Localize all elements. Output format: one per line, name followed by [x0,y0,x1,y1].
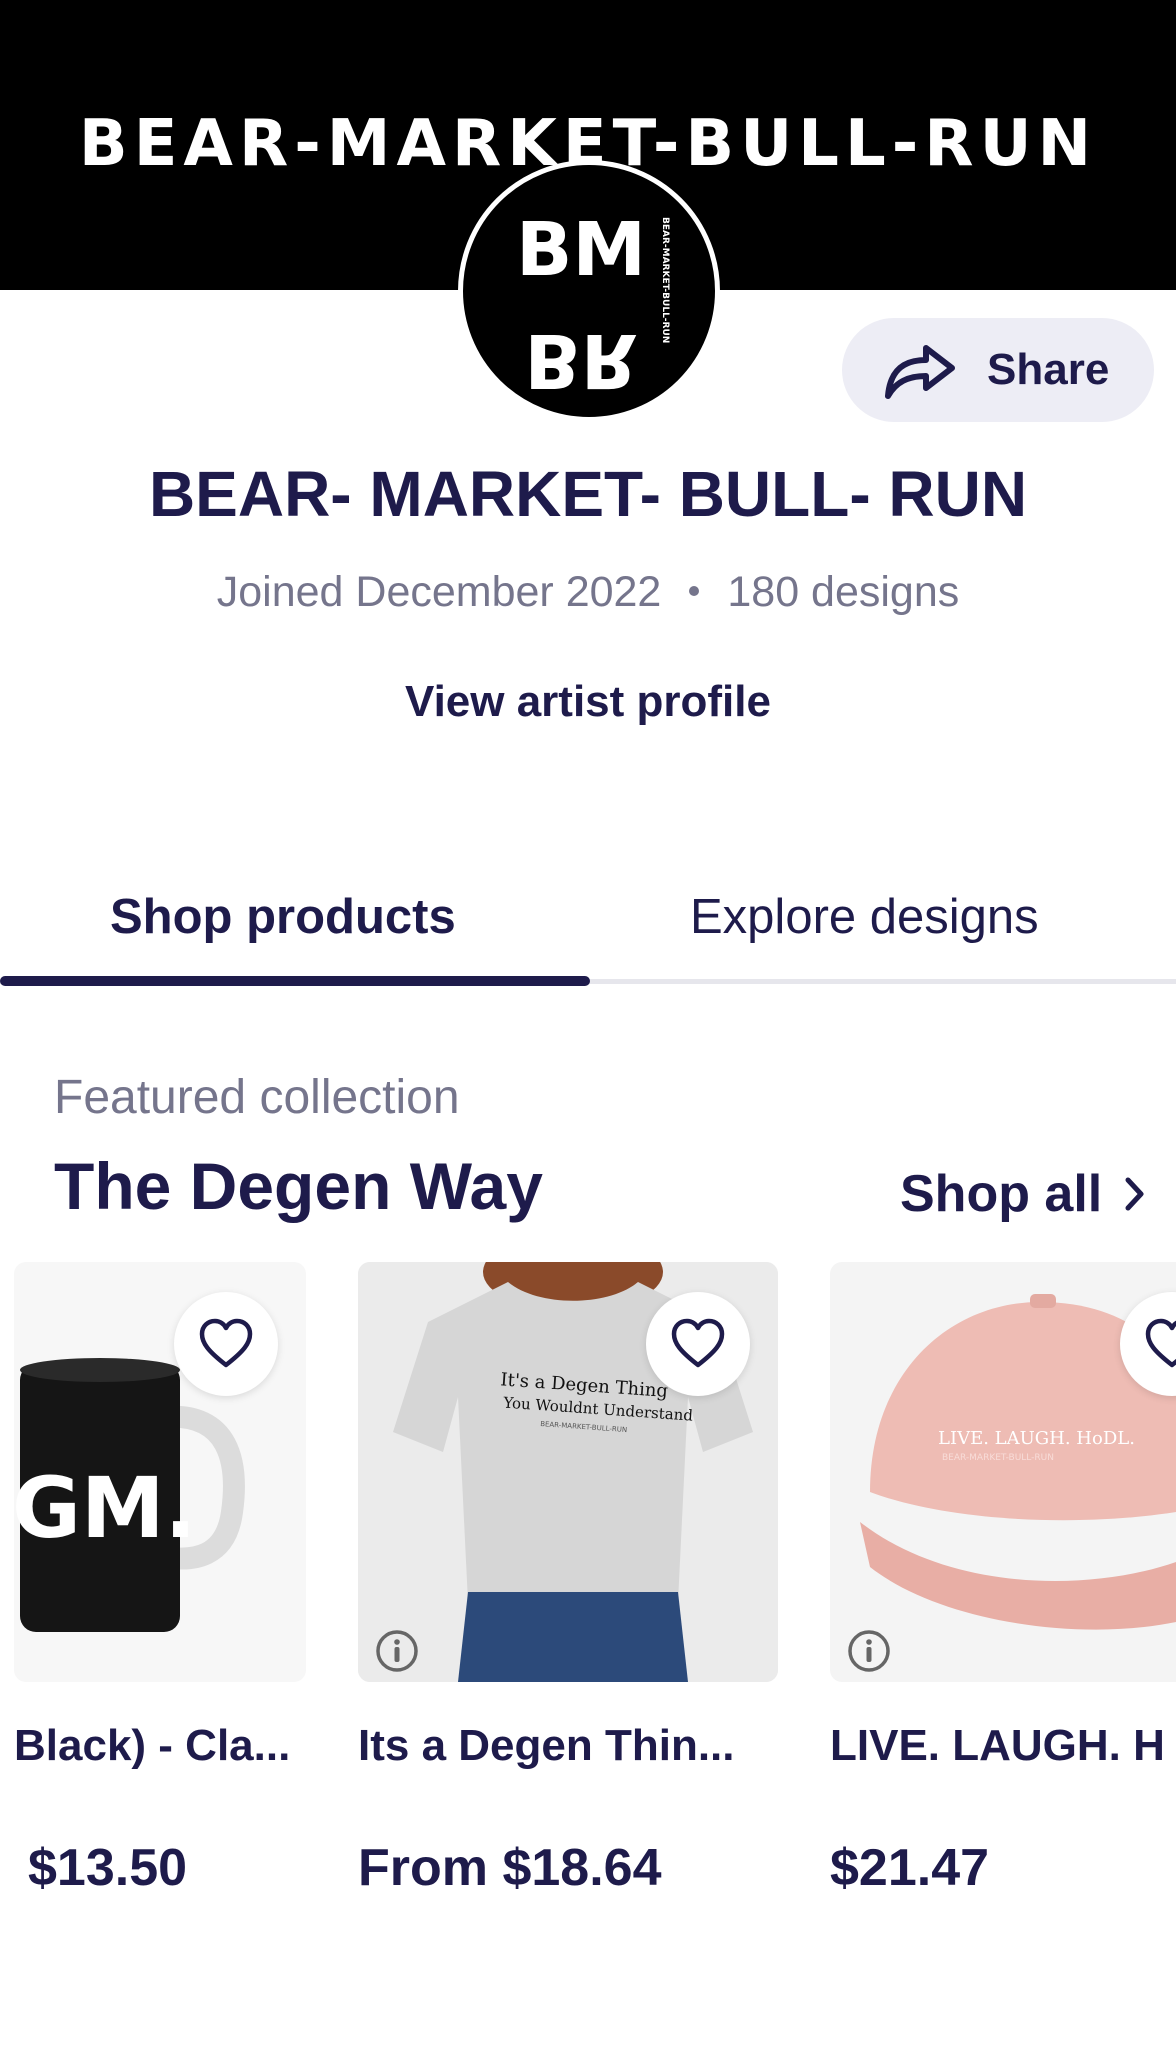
product-title[interactable]: Black) - Cla... [14,1716,306,1776]
active-tab-indicator [0,976,590,986]
avatar-logo: BM BR BEAR-MARKET-BULL-RUN [516,207,670,403]
shop-meta: Joined December 2022 180 designs [0,566,1176,618]
info-icon[interactable] [846,1628,892,1674]
joined-date: Joined December 2022 [216,568,662,616]
avatar-monogram-top: BM [516,207,646,293]
shop-avatar[interactable]: BM BR BEAR-MARKET-BULL-RUN [458,160,720,422]
chevron-right-icon [1125,1177,1144,1211]
design-count: 180 designs [727,568,960,616]
product-price: $13.50 [28,1839,188,1897]
cap-text-line2: BEAR-MARKET-BULL-RUN [942,1453,1054,1463]
featured-collection-label: Featured collection [54,1071,460,1124]
heart-icon [1145,1318,1176,1368]
tab-shop-products[interactable]: Shop products [110,884,456,950]
product-price: From $18.64 [358,1839,662,1897]
separator-dot [689,585,700,596]
cap-text-line1: LIVE. LAUGH. HoDL. [938,1428,1135,1449]
shop-name: BEAR- MARKET- BULL- RUN [148,458,1028,530]
avatar-side-text: BEAR-MARKET-BULL-RUN [660,217,670,343]
collection-title: The Degen Way [54,1149,543,1223]
tab-explore-designs[interactable]: Explore designs [690,884,1039,950]
heart-icon [671,1318,725,1368]
heart-icon [199,1318,253,1368]
product-title[interactable]: LIVE. LAUGH. H [830,1716,1176,1776]
info-icon[interactable] [374,1628,420,1674]
shop-all-label: Shop all [900,1165,1103,1223]
product-price: $21.47 [830,1839,990,1897]
share-label: Share [987,345,1110,394]
product-title[interactable]: Its a Degen Thin... [358,1716,778,1776]
share-button[interactable]: Share [842,318,1154,422]
favorite-button[interactable] [646,1292,750,1396]
shop-all-link[interactable]: Shop all [900,1162,1146,1226]
mug-text: GM. [14,1459,196,1557]
share-icon [885,345,955,399]
view-artist-profile-link[interactable]: View artist profile [0,674,1176,730]
avatar-monogram-bottom: BR [524,317,637,403]
favorite-button[interactable] [174,1292,278,1396]
